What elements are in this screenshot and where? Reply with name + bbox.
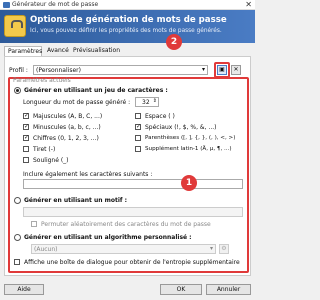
group-label: Paramètres actuels: [13, 77, 71, 84]
charset-option-label: Générer en utilisant un jeu de caractère…: [24, 87, 168, 94]
algo-radio[interactable]: [14, 234, 21, 241]
tab-previsualisation[interactable]: Prévisualisation: [70, 46, 130, 56]
chevron-down-icon: ▾: [201, 66, 205, 73]
checkbox-tiret[interactable]: [23, 146, 29, 152]
app-icon: [3, 2, 10, 8]
checkbox-souligne[interactable]: [23, 157, 29, 163]
checkbox-label: Espace ( ): [145, 113, 175, 120]
length-value: 32: [142, 99, 150, 106]
header-banner: Options de génération de mots de passe I…: [0, 10, 255, 43]
checkbox-label: Spéciaux (!, $, %, &, ...): [145, 124, 217, 131]
include-label: Inclure également les caractères suivant…: [23, 171, 153, 178]
algo-value: (Aucun): [34, 246, 58, 253]
entropy-dialog-label: Affiche une boîte de dialogue pour obten…: [24, 259, 240, 266]
checkbox-speciaux[interactable]: [135, 124, 141, 130]
algo-options-icon[interactable]: ⚙: [219, 244, 229, 254]
charset-radio[interactable]: [14, 87, 21, 94]
banner-title: Options de génération de mots de passe: [30, 15, 227, 25]
lock-icon: [4, 15, 26, 37]
checkbox-latin1[interactable]: [135, 146, 141, 152]
checkbox-permute[interactable]: [31, 221, 37, 227]
checkbox-chiffres[interactable]: [23, 135, 29, 141]
tab-parametres[interactable]: Paramètres: [4, 46, 42, 56]
include-chars-input[interactable]: [23, 179, 243, 189]
profile-select[interactable]: (Personnaliser) ▾: [33, 65, 208, 75]
pattern-input[interactable]: [23, 207, 243, 217]
chevron-down-icon: ▾: [209, 245, 213, 252]
ok-button[interactable]: OK: [160, 284, 202, 295]
checkbox-minuscules[interactable]: [23, 124, 29, 130]
pattern-radio[interactable]: [14, 197, 21, 204]
pattern-option-label: Générer en utilisant un motif :: [24, 197, 128, 204]
checkbox-label: Chiffres (0, 1, 2, 3, ...): [33, 135, 99, 142]
algo-select[interactable]: (Aucun) ▾: [31, 244, 216, 254]
settings-panel: Profil : (Personnaliser) ▾ ▣ ✕ Paramètre…: [4, 56, 251, 276]
annotation-badge-1: 1: [181, 175, 197, 191]
tab-avance[interactable]: Avancé: [44, 46, 70, 56]
help-button[interactable]: Aide: [4, 284, 44, 295]
checkbox-majuscules[interactable]: [23, 113, 29, 119]
profile-value: (Personnaliser): [36, 67, 81, 74]
checkbox-label: Majuscules (A, B, C, ...): [33, 113, 103, 120]
cancel-button[interactable]: Annuler: [206, 284, 251, 295]
checkbox-label: Parenthèses ([, ], {, }, (, ), <, >): [145, 135, 236, 141]
length-label: Longueur du mot de passe généré :: [23, 99, 131, 106]
title-bar: Générateur de mot de passe ✕: [0, 0, 255, 10]
checkbox-espace[interactable]: [135, 113, 141, 119]
banner-subtitle: Ici, vous pouvez définir les propriétés …: [30, 28, 222, 34]
spinner-icon[interactable]: ⇕: [153, 98, 157, 104]
permute-label: Permuter aléatoirement des caractères du…: [41, 221, 211, 228]
checkbox-entropy-dialog[interactable]: [14, 259, 20, 265]
delete-profile-icon[interactable]: ✕: [231, 65, 241, 75]
algo-option-label: Générer en utilisant un algorithme perso…: [24, 234, 192, 241]
checkbox-label: Supplément latin-1 (Ä, µ, ¶, ...): [145, 146, 232, 152]
highlight-box-2: [214, 62, 230, 78]
checkbox-parentheses[interactable]: [135, 135, 141, 141]
checkbox-label: Tiret (-): [33, 146, 56, 153]
checkbox-label: Souligné (_): [33, 157, 69, 164]
checkbox-label: Minuscules (a, b, c, ...): [33, 124, 101, 131]
profile-label: Profil :: [9, 67, 28, 74]
close-icon[interactable]: ✕: [245, 0, 252, 9]
window-title: Générateur de mot de passe: [12, 1, 99, 8]
annotation-badge-2: 2: [166, 34, 182, 50]
length-input[interactable]: 32 ⇕: [135, 97, 159, 107]
